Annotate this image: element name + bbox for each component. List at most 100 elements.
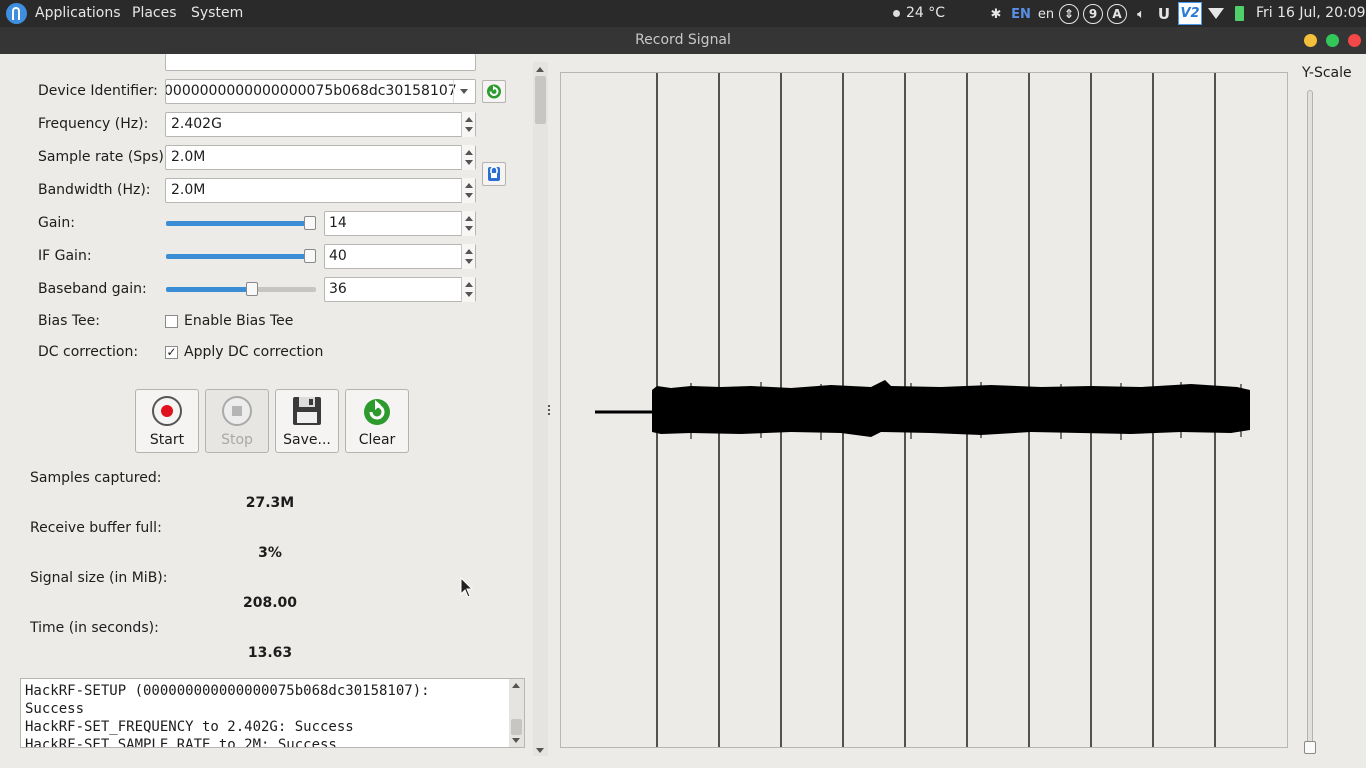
samples-captured-value: 27.3M [245, 495, 295, 511]
if-gain-spinner[interactable] [461, 244, 475, 269]
bias-tee-label: Bias Tee: [38, 313, 100, 329]
if-gain-label: IF Gain: [38, 248, 92, 264]
stop-icon [222, 396, 252, 426]
if-gain-input[interactable]: 40 [324, 244, 476, 269]
frequency-label: Frequency (Hz): [38, 116, 149, 132]
battery-icon[interactable] [1235, 6, 1244, 21]
baseband-gain-slider[interactable] [166, 287, 316, 292]
gain-slider[interactable] [166, 221, 316, 226]
signal-plot[interactable] [560, 72, 1288, 748]
volume-icon[interactable]: 🔈︎ [1132, 4, 1150, 24]
baseband-gain-value: 36 [329, 281, 347, 297]
network-transfer-icon[interactable]: ⇕ [1059, 4, 1079, 24]
gain-value: 14 [329, 215, 347, 231]
clear-button[interactable]: Clear [345, 389, 409, 453]
dropdown-arrow-icon[interactable] [453, 80, 475, 103]
signal-size-value: 208.00 [242, 595, 298, 611]
menu-places[interactable]: Places [132, 5, 177, 21]
menu-system[interactable]: System [191, 5, 243, 21]
start-button[interactable]: Start [135, 389, 199, 453]
bandwidth-input[interactable]: 2.0M [165, 178, 476, 203]
dc-correction-checkbox[interactable]: ✓ [165, 346, 178, 359]
sample-rate-spinner[interactable] [461, 145, 475, 170]
accessibility-icon[interactable]: A [1107, 4, 1127, 24]
frequency-spinner[interactable] [461, 112, 475, 137]
gain-label: Gain: [38, 215, 75, 231]
y-scale-label: Y-Scale [1302, 65, 1352, 81]
baseband-gain-slider-handle[interactable] [246, 282, 259, 296]
log-scrollbar[interactable] [509, 679, 524, 747]
signal-plot-canvas [595, 73, 1250, 747]
y-scale-slider[interactable] [1307, 90, 1313, 746]
top-panel: Applications Places System 24 °C ✱ EN en… [0, 0, 1366, 27]
if-gain-slider[interactable] [166, 254, 316, 259]
if-gain-value: 40 [329, 248, 347, 264]
minimize-button[interactable] [1304, 34, 1317, 47]
weather-temperature[interactable]: 24 °C [906, 5, 945, 21]
bias-tee-checkbox-label[interactable]: Enable Bias Tee [184, 313, 293, 329]
device-identifier-combo[interactable]: 0000000000000000075b068dc30158107 [165, 79, 476, 104]
gain-slider-handle[interactable] [304, 216, 316, 230]
device-identifier-label: Device Identifier: [38, 83, 158, 99]
notification-count-icon[interactable]: 9 [1083, 4, 1103, 24]
frequency-value: 2.402G [171, 116, 222, 132]
vscode-tray-icon[interactable]: V2 [1178, 2, 1202, 25]
device-identifier-value: 0000000000000000075b068dc30158107 [165, 83, 457, 99]
baseband-gain-spinner[interactable] [461, 277, 475, 302]
clipped-field-top [165, 54, 476, 71]
dc-correction-label: DC correction: [38, 344, 139, 360]
menu-applications[interactable]: Applications [35, 5, 121, 21]
gain-spinner[interactable] [461, 211, 475, 236]
gain-input[interactable]: 14 [324, 211, 476, 236]
refresh-devices-button[interactable] [482, 80, 506, 103]
receive-buffer-label: Receive buffer full: [30, 520, 162, 536]
clear-refresh-icon [364, 399, 390, 425]
dc-correction-checkbox-label[interactable]: Apply DC correction [184, 344, 323, 360]
log-line: HackRF-SETUP (000000000000000075b068dc30… [25, 683, 430, 699]
record-icon [152, 396, 182, 426]
time-seconds-value: 13.63 [247, 645, 293, 661]
vpn-u-icon[interactable]: U [1155, 4, 1173, 24]
floppy-disk-icon [293, 397, 321, 425]
stop-button-label: Stop [221, 432, 253, 448]
bluetooth-icon[interactable]: ✱ [988, 4, 1004, 24]
receive-buffer-value: 3% [258, 545, 282, 561]
baseband-gain-input[interactable]: 36 [324, 277, 476, 302]
log-line: HackRF-SET_SAMPLE_RATE to 2M: Success [25, 737, 337, 748]
close-button[interactable] [1348, 34, 1361, 47]
start-button-label: Start [149, 432, 185, 448]
lock-bandwidth-button[interactable] [482, 162, 506, 186]
samples-captured-label: Samples captured: [30, 470, 162, 486]
save-button-label: Save... [283, 432, 331, 448]
lock-icon [488, 166, 500, 181]
log-output[interactable]: HackRF-SETUP (000000000000000075b068dc30… [20, 678, 525, 748]
log-line: Success [25, 701, 85, 717]
keyboard-layout-indicator[interactable]: EN [1010, 4, 1032, 24]
log-line: HackRF-SET_FREQUENCY to 2.402G: Success [25, 719, 354, 735]
signal-size-label: Signal size (in MiB): [30, 570, 168, 586]
clock[interactable]: Fri 16 Jul, 20:09 [1256, 5, 1366, 21]
sample-rate-label: Sample rate (Sps): [38, 149, 169, 165]
window-titlebar[interactable]: Record Signal [0, 27, 1366, 54]
refresh-icon [487, 84, 501, 99]
stop-button[interactable]: Stop [205, 389, 269, 453]
save-button[interactable]: Save... [275, 389, 339, 453]
baseband-gain-label: Baseband gain: [38, 281, 147, 297]
sample-rate-input[interactable]: 2.0M [165, 145, 476, 170]
weather-icon [893, 10, 900, 17]
bandwidth-spinner[interactable] [461, 178, 475, 203]
if-gain-slider-handle[interactable] [304, 249, 316, 263]
y-scale-slider-handle[interactable] [1304, 741, 1316, 754]
settings-scrollbar[interactable] [533, 62, 548, 756]
wifi-icon[interactable] [1208, 8, 1224, 19]
mouse-cursor-icon [460, 577, 474, 598]
signal-waveform [652, 380, 1250, 437]
clear-button-label: Clear [358, 432, 396, 448]
frequency-input[interactable]: 2.402G [165, 112, 476, 137]
bandwidth-value: 2.0M [171, 182, 206, 198]
input-method-indicator[interactable]: en [1036, 4, 1056, 24]
bias-tee-checkbox[interactable] [165, 315, 178, 328]
distro-logo-icon[interactable] [6, 3, 27, 24]
maximize-button[interactable] [1326, 34, 1339, 47]
pane-splitter-handle[interactable] [548, 405, 550, 415]
